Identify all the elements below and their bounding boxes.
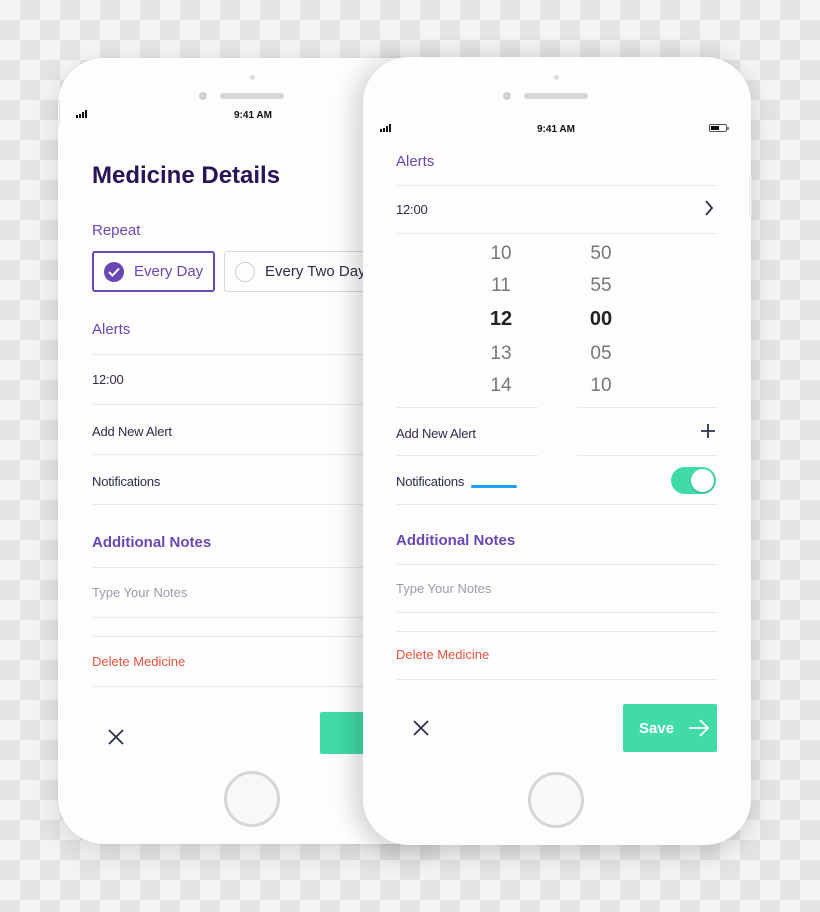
divider [396, 233, 717, 234]
minute-option[interactable]: 50 [581, 243, 621, 265]
status-time: 9:41 AM [234, 110, 272, 121]
text-cursor-indicator [471, 485, 517, 488]
save-label: Save [639, 719, 675, 737]
close-icon[interactable] [412, 719, 430, 742]
divider [396, 455, 538, 456]
divider [577, 455, 717, 456]
radio-empty-icon [235, 261, 255, 282]
plus-icon[interactable] [700, 423, 716, 444]
minute-option[interactable]: 10 [581, 375, 621, 397]
minute-option[interactable]: 55 [581, 275, 621, 297]
alert-time[interactable]: 12:00 [396, 202, 428, 217]
phone-right: 9:41 AM Alerts 12:00 10 11 12 13 14 50 5… [363, 57, 751, 845]
notes-input[interactable]: Type Your Notes [396, 581, 491, 596]
repeat-option-label: Every Two Day [265, 263, 366, 280]
alert-time[interactable]: 12:00 [92, 372, 124, 387]
add-new-alert[interactable]: Add New Alert [92, 424, 172, 439]
divider [396, 185, 717, 186]
earpiece-speaker [220, 93, 284, 99]
delete-medicine-button[interactable]: Delete Medicine [92, 654, 185, 669]
status-time: 9:41 AM [537, 124, 575, 135]
delete-medicine-button[interactable]: Delete Medicine [396, 647, 489, 662]
minute-option-selected[interactable]: 00 [581, 308, 621, 331]
divider [577, 407, 717, 408]
notifications-label: Notifications [396, 474, 465, 489]
hour-option-selected[interactable]: 12 [481, 308, 521, 331]
side-button [749, 176, 752, 216]
home-button[interactable] [224, 771, 280, 827]
save-button[interactable]: Save [623, 704, 717, 752]
additional-notes-label: Additional Notes [92, 534, 212, 551]
add-new-alert[interactable]: Add New Alert [396, 426, 476, 441]
toggle-knob [691, 469, 714, 492]
hour-option[interactable]: 11 [481, 275, 521, 297]
repeat-label: Repeat [92, 222, 141, 239]
signal-icon [76, 110, 87, 118]
divider [396, 631, 717, 632]
check-circle-icon [104, 261, 124, 282]
hour-option[interactable]: 14 [481, 375, 521, 397]
divider [396, 679, 717, 680]
additional-notes-label: Additional Notes [396, 532, 516, 549]
alerts-label: Alerts [92, 321, 131, 338]
divider [396, 564, 717, 565]
repeat-option-label: Every Day [134, 263, 204, 280]
side-button [58, 100, 60, 126]
proximity-sensor [250, 75, 255, 80]
minute-option[interactable]: 05 [581, 343, 621, 365]
arrow-right-icon [688, 719, 710, 737]
front-camera [199, 92, 207, 100]
front-camera [503, 92, 511, 100]
repeat-option-every-day[interactable]: Every Day [92, 251, 215, 292]
hour-option[interactable]: 13 [481, 343, 521, 365]
divider [396, 407, 538, 408]
earpiece-speaker [524, 93, 588, 99]
page-title: Medicine Details [92, 162, 281, 189]
chevron-right-icon[interactable] [704, 199, 714, 222]
battery-icon [709, 124, 729, 132]
close-icon[interactable] [107, 728, 125, 751]
proximity-sensor [554, 75, 559, 80]
alerts-label: Alerts [396, 153, 435, 170]
divider [396, 612, 717, 613]
hour-option[interactable]: 10 [481, 243, 521, 265]
home-button[interactable] [528, 772, 584, 828]
notes-input[interactable]: Type Your Notes [92, 585, 187, 600]
notifications-toggle[interactable] [671, 467, 716, 494]
signal-icon [380, 124, 391, 132]
divider [396, 504, 717, 505]
notifications-label: Notifications [92, 474, 161, 489]
